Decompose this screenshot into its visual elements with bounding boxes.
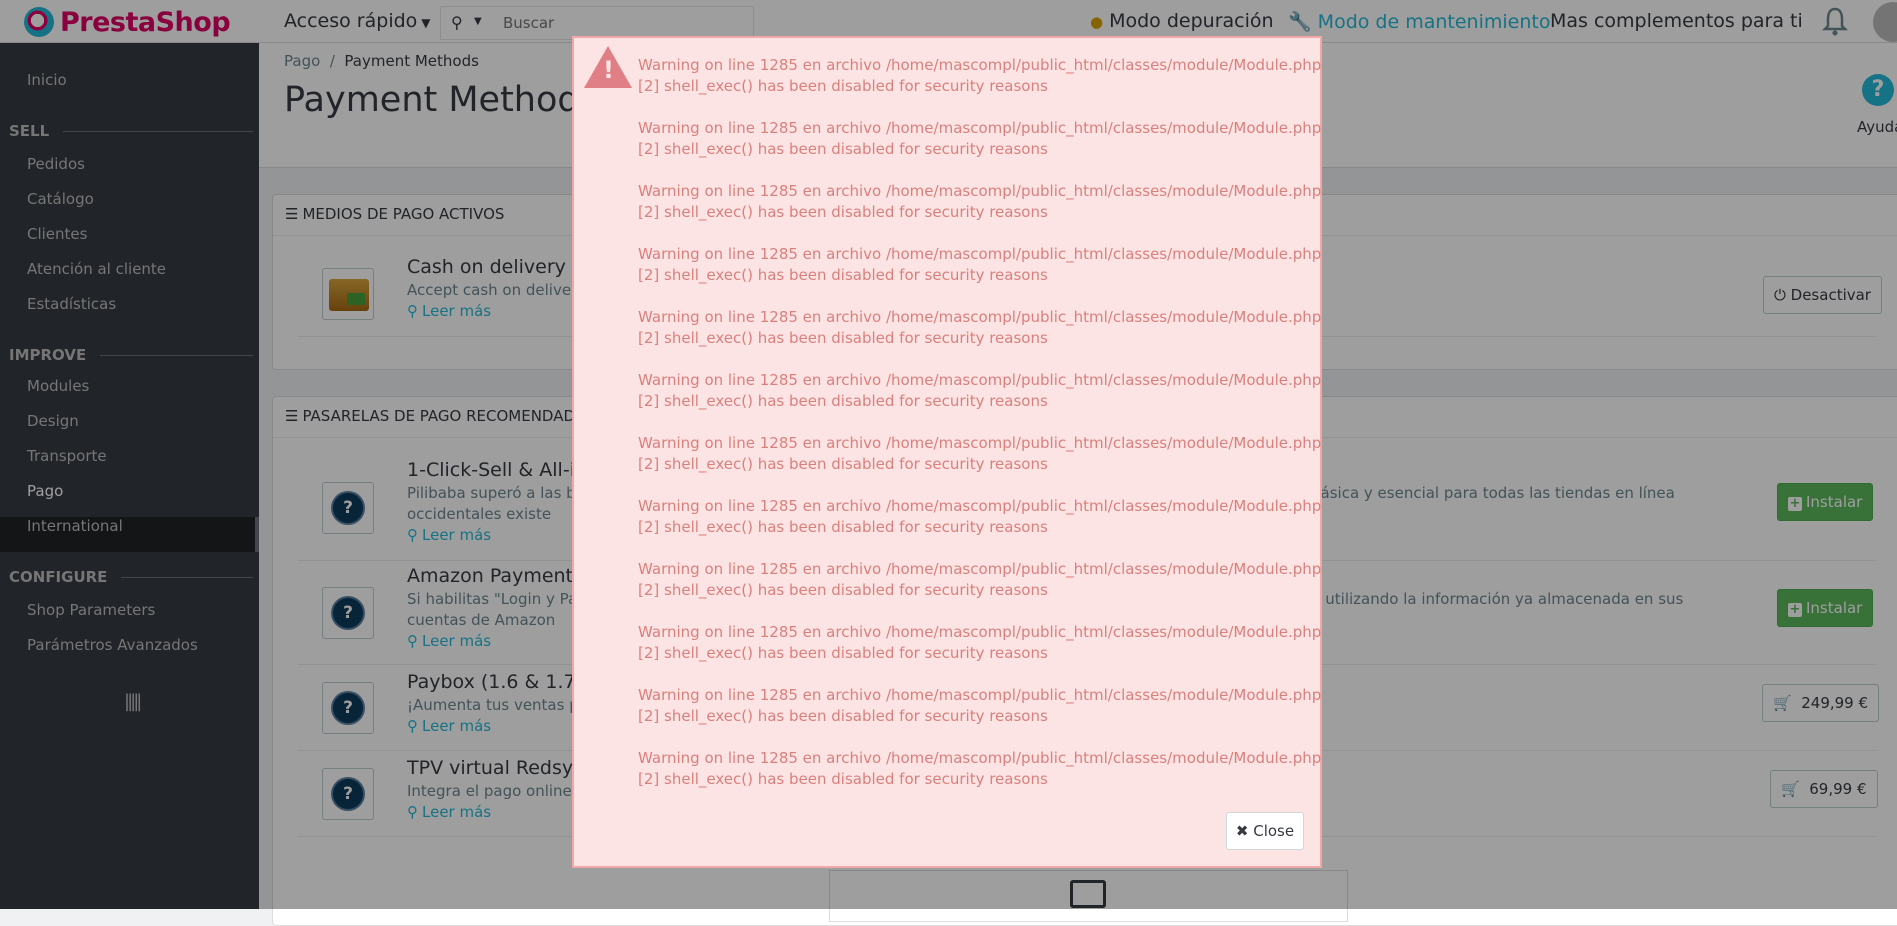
warning-message: Warning on line 1285 en archivo /home/ma…: [638, 119, 1322, 158]
warning-modal: Warning on line 1285 en archivo /home/ma…: [572, 36, 1322, 868]
warning-message: Warning on line 1285 en archivo /home/ma…: [638, 749, 1322, 788]
warning-message: Warning on line 1285 en archivo /home/ma…: [638, 371, 1322, 410]
warning-triangle-icon: [584, 46, 632, 88]
warning-message: Warning on line 1285 en archivo /home/ma…: [638, 182, 1322, 221]
warning-message: Warning on line 1285 en archivo /home/ma…: [638, 623, 1322, 662]
warning-message: Warning on line 1285 en archivo /home/ma…: [638, 308, 1322, 347]
warning-message: Warning on line 1285 en archivo /home/ma…: [638, 245, 1322, 284]
close-x-icon: ✖: [1235, 822, 1249, 840]
warning-message: Warning on line 1285 en archivo /home/ma…: [638, 497, 1322, 536]
warning-message: Warning on line 1285 en archivo /home/ma…: [638, 434, 1322, 473]
warning-message: Warning on line 1285 en archivo /home/ma…: [638, 686, 1322, 725]
warning-message: Warning on line 1285 en archivo /home/ma…: [638, 560, 1322, 599]
warning-message: Warning on line 1285 en archivo /home/ma…: [638, 56, 1322, 95]
close-button[interactable]: ✖ Close: [1226, 812, 1304, 850]
